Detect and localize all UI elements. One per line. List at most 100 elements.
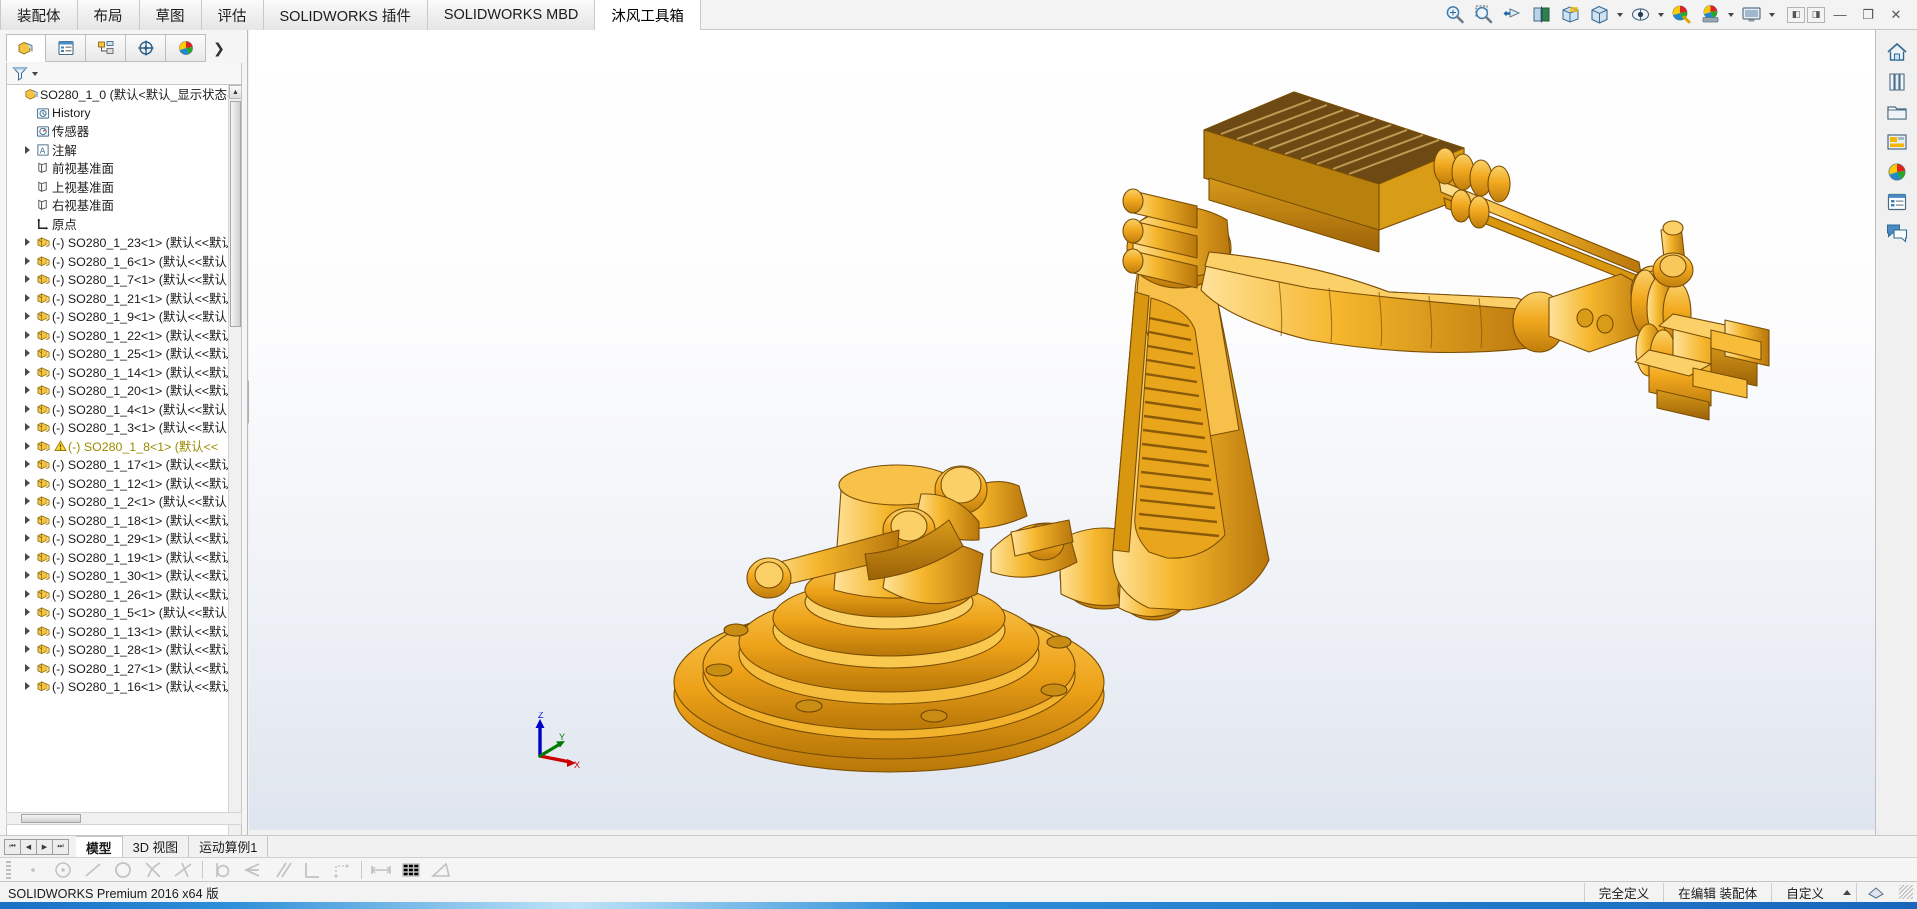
path-relation-icon[interactable] xyxy=(328,859,356,881)
property-manager-tab[interactable] xyxy=(46,34,86,62)
tree-item-1[interactable]: 传感器 xyxy=(7,122,231,141)
tree-item-21[interactable]: (-) SO280_1_2<1> (默认<<默认 xyxy=(7,492,231,511)
tree-expand-arrow[interactable] xyxy=(21,460,34,468)
equal-relation-icon[interactable] xyxy=(238,859,266,881)
status-cell-1[interactable]: 在编辑 装配体 xyxy=(1663,882,1771,902)
section-view-icon[interactable] xyxy=(1527,2,1555,28)
tree-expand-arrow[interactable] xyxy=(21,497,34,505)
tab-nav-button-1[interactable]: ◀ xyxy=(20,838,37,855)
tree-expand-arrow[interactable] xyxy=(21,442,34,450)
tree-item-17[interactable]: (-) SO280_1_3<1> (默认<<默认 xyxy=(7,418,231,437)
edit-appearance-icon[interactable] xyxy=(1667,2,1695,28)
hide-show-caret-icon[interactable] xyxy=(1655,2,1666,28)
maximize-button[interactable]: ❐ xyxy=(1855,4,1881,26)
tangent-relation-icon[interactable] xyxy=(208,859,236,881)
custom-properties-icon[interactable] xyxy=(1881,188,1913,216)
tree-item-13[interactable]: (-) SO280_1_25<1> (默认<<默认 xyxy=(7,344,231,363)
tree-expand-arrow[interactable] xyxy=(21,349,34,357)
display-style-icon[interactable] xyxy=(1585,2,1613,28)
filter-caret-icon[interactable] xyxy=(32,71,38,76)
tree-vertical-scrollbar[interactable]: ▲ ▼ xyxy=(228,85,241,857)
tab-nav-button-3[interactable]: ⏭ xyxy=(52,838,69,855)
status-cell-2[interactable]: 自定义 xyxy=(1771,882,1838,902)
point-relation-icon[interactable] xyxy=(19,859,47,881)
view-settings-icon[interactable] xyxy=(1737,2,1765,28)
command-tab-5[interactable]: SOLIDWORKS MBD xyxy=(427,0,596,30)
tab-nav-button-0[interactable]: ⏮ xyxy=(4,838,21,855)
tree-item-6[interactable]: 原点 xyxy=(7,215,231,234)
parallel-relation-icon[interactable] xyxy=(268,859,296,881)
zoom-to-fit-icon[interactable] xyxy=(1440,2,1468,28)
tree-expand-arrow[interactable] xyxy=(21,275,34,283)
appearances-scenes-icon[interactable] xyxy=(1881,158,1913,186)
resize-grip[interactable] xyxy=(1899,885,1913,899)
tree-item-3[interactable]: 前视基准面 xyxy=(7,159,231,178)
tree-item-22[interactable]: (-) SO280_1_18<1> (默认<<默认 xyxy=(7,511,231,530)
restore-right-button[interactable]: ◨ xyxy=(1807,6,1825,23)
tree-expand-arrow[interactable] xyxy=(21,571,34,579)
graphics-viewport[interactable]: Z X Y xyxy=(249,30,1875,830)
tree-item-7[interactable]: (-) SO280_1_23<1> (默认<<默认 xyxy=(7,233,231,252)
solidworks-forum-icon[interactable] xyxy=(1881,218,1913,246)
tree-item-11[interactable]: (-) SO280_1_9<1> (默认<<默认 xyxy=(7,307,231,326)
tree-item-9[interactable]: (-) SO280_1_7<1> (默认<<默认 xyxy=(7,270,231,289)
command-tab-1[interactable]: 布局 xyxy=(77,0,140,30)
tree-expand-arrow[interactable] xyxy=(21,553,34,561)
display-style-caret-icon[interactable] xyxy=(1614,2,1625,28)
tab-nav-button-2[interactable]: ▶ xyxy=(36,838,53,855)
minimize-button[interactable]: — xyxy=(1827,4,1853,26)
tree-expand-arrow[interactable] xyxy=(21,331,34,339)
intersect-relation-icon[interactable] xyxy=(139,859,167,881)
tree-expand-arrow[interactable] xyxy=(21,479,34,487)
tree-item-20[interactable]: (-) SO280_1_12<1> (默认<<默认 xyxy=(7,474,231,493)
solidworks-resources-icon[interactable] xyxy=(1881,38,1913,66)
tree-item-15[interactable]: (-) SO280_1_20<1> (默认<<默认 xyxy=(7,381,231,400)
angle-relation-icon[interactable] xyxy=(169,859,197,881)
tree-item-31[interactable]: (-) SO280_1_16<1> (默认<<默认 xyxy=(7,677,231,696)
tree-item-30[interactable]: (-) SO280_1_27<1> (默认<<默认 xyxy=(7,659,231,678)
dimxpert-manager-tab[interactable] xyxy=(126,34,166,62)
tree-expand-arrow[interactable] xyxy=(21,405,34,413)
circle-relation-icon[interactable] xyxy=(109,859,137,881)
view-palette-icon[interactable] xyxy=(1881,128,1913,156)
dimension-relation-icon[interactable] xyxy=(367,859,395,881)
tree-expand-arrow[interactable] xyxy=(21,590,34,598)
tree-expand-arrow[interactable] xyxy=(21,534,34,542)
model-tab-2[interactable]: 运动算例1 xyxy=(189,836,269,857)
restore-left-button[interactable]: ◧ xyxy=(1787,6,1805,23)
tree-expand-arrow[interactable] xyxy=(21,682,34,690)
view-settings-caret-icon[interactable] xyxy=(1766,2,1777,28)
status-cell-0[interactable]: 完全定义 xyxy=(1583,882,1663,902)
tree-item-8[interactable]: (-) SO280_1_6<1> (默认<<默认 xyxy=(7,252,231,271)
expand-tabs-chevron-icon[interactable]: ❯ xyxy=(206,34,232,62)
feature-tree-tab[interactable] xyxy=(6,34,46,62)
tree-expand-arrow[interactable] xyxy=(21,146,34,154)
apply-scene-caret-icon[interactable] xyxy=(1725,2,1736,28)
tree-item-4[interactable]: 上视基准面 xyxy=(7,178,231,197)
tree-item-24[interactable]: (-) SO280_1_19<1> (默认<<默认 xyxy=(7,548,231,567)
tree-scroll-thumb[interactable] xyxy=(230,101,241,327)
tree-item-10[interactable]: (-) SO280_1_21<1> (默认<<默认 xyxy=(7,289,231,308)
grid-relation-icon[interactable] xyxy=(397,859,425,881)
toolbar-grip[interactable] xyxy=(6,860,11,879)
status-overlay-icon[interactable] xyxy=(1856,882,1895,902)
tree-item-19[interactable]: (-) SO280_1_17<1> (默认<<默认 xyxy=(7,455,231,474)
tree-item-5[interactable]: 右视基准面 xyxy=(7,196,231,215)
file-explorer-icon[interactable] xyxy=(1881,98,1913,126)
apply-scene-icon[interactable] xyxy=(1696,2,1724,28)
model-tab-0[interactable]: 模型 xyxy=(76,836,123,857)
tree-item-25[interactable]: (-) SO280_1_30<1> (默认<<默认 xyxy=(7,566,231,585)
zoom-to-area-icon[interactable] xyxy=(1469,2,1497,28)
tree-expand-arrow[interactable] xyxy=(21,627,34,635)
tree-root-row[interactable]: SO280_1_0 (默认<默认_显示状态-1> xyxy=(7,85,231,104)
command-tab-4[interactable]: SOLIDWORKS 插件 xyxy=(263,0,428,30)
tree-expand-arrow[interactable] xyxy=(21,664,34,672)
close-button[interactable]: ✕ xyxy=(1883,4,1909,26)
tree-horizontal-scrollbar[interactable] xyxy=(6,812,242,825)
tree-expand-arrow[interactable] xyxy=(21,423,34,431)
tree-item-18[interactable]: (-) SO280_1_8<1> (默认<< xyxy=(7,437,231,456)
tree-item-29[interactable]: (-) SO280_1_28<1> (默认<<默认 xyxy=(7,640,231,659)
previous-view-icon[interactable] xyxy=(1498,2,1526,28)
hide-show-items-icon[interactable] xyxy=(1626,2,1654,28)
display-manager-tab[interactable] xyxy=(166,34,206,62)
